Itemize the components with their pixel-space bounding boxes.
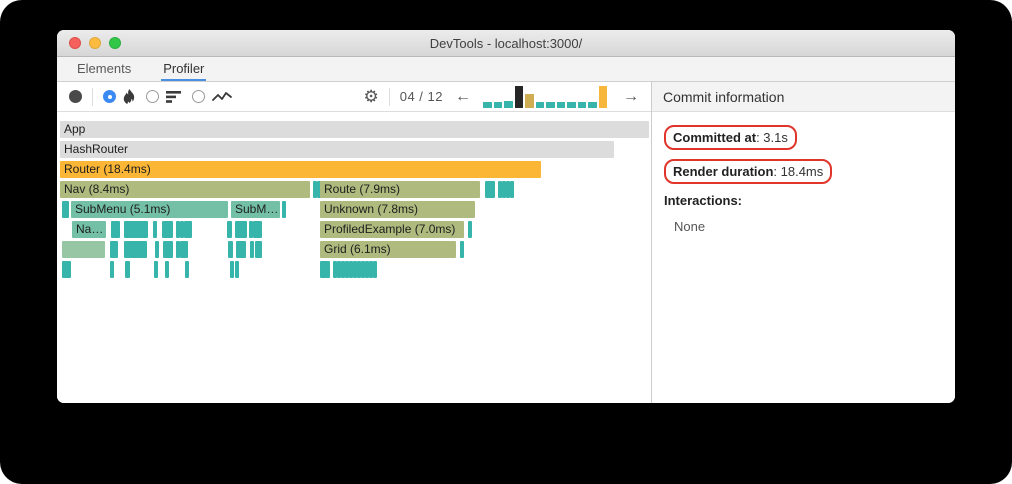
- commit-bar[interactable]: [514, 85, 523, 108]
- flame-bar-na[interactable]: Na…: [72, 221, 106, 238]
- flame-bar[interactable]: [510, 181, 514, 198]
- flame-bar[interactable]: [460, 241, 464, 258]
- flame-bar[interactable]: [373, 261, 377, 278]
- render-duration-label: Render duration: [673, 164, 774, 179]
- tab-profiler[interactable]: Profiler: [161, 57, 207, 81]
- commit-count: 04 / 12: [399, 89, 443, 104]
- render-duration-annotation: Render duration: 18.4ms: [664, 159, 833, 184]
- commit-bar[interactable]: [525, 93, 534, 108]
- flame-bar-nav[interactable]: Nav (8.4ms): [60, 181, 310, 198]
- previous-commit-arrow-icon[interactable]: ←: [453, 88, 473, 105]
- flame-bar-grid[interactable]: Grid (6.1ms): [320, 241, 456, 258]
- devtools-tab-bar: Elements Profiler: [57, 57, 955, 82]
- flame-bar[interactable]: [468, 221, 472, 238]
- commit-info-panel: Commit information Committed at: 3.1s Re…: [652, 82, 955, 403]
- flame-bar[interactable]: [110, 241, 118, 258]
- flame-bar-route[interactable]: Route (7.9ms): [320, 181, 480, 198]
- commit-info-body: Committed at: 3.1s Render duration: 18.4…: [652, 112, 955, 247]
- screenshot-backdrop: DevTools - localhost:3000/ Elements Prof…: [0, 0, 1012, 484]
- flamegraph-view-option[interactable]: [103, 89, 136, 104]
- flame-bar-app[interactable]: App: [60, 121, 649, 138]
- flame-bar[interactable]: [62, 261, 71, 278]
- toolbar-divider-2: [388, 87, 390, 106]
- commit-bar[interactable]: [483, 101, 492, 108]
- flame-bar[interactable]: [485, 181, 495, 198]
- flame-bar[interactable]: [162, 221, 173, 238]
- flame-bar[interactable]: [320, 261, 330, 278]
- tab-elements[interactable]: Elements: [75, 57, 133, 81]
- commit-bar[interactable]: [567, 101, 576, 108]
- flame-bar[interactable]: [125, 261, 130, 278]
- committed-at-label: Committed at: [673, 130, 757, 145]
- commit-bar[interactable]: [556, 101, 565, 108]
- commit-bar[interactable]: [588, 101, 597, 108]
- window-title: DevTools - localhost:3000/: [429, 35, 583, 51]
- flame-bar[interactable]: [250, 241, 254, 258]
- commit-bar[interactable]: [493, 101, 502, 108]
- profiler-toolbar: ⚙ 04 / 12 ← →: [57, 82, 651, 112]
- flame-bar[interactable]: [154, 261, 158, 278]
- flame-bar[interactable]: [228, 241, 233, 258]
- flame-bar[interactable]: [184, 221, 192, 238]
- profiler-main-panel: ⚙ 04 / 12 ← → App HashRouter Router (18.4m…: [57, 82, 652, 403]
- render-duration-value: : 18.4ms: [773, 164, 824, 179]
- flame-bar-hashrouter[interactable]: HashRouter: [60, 141, 614, 158]
- interactions-radio[interactable]: [192, 90, 205, 103]
- record-button[interactable]: [69, 90, 82, 103]
- flame-bar[interactable]: [180, 241, 188, 258]
- commit-selector-chart[interactable]: [483, 85, 611, 108]
- commit-bar[interactable]: [598, 85, 607, 108]
- commit-bar[interactable]: [535, 101, 544, 108]
- commit-bar[interactable]: [577, 101, 586, 108]
- flame-bar[interactable]: [230, 261, 234, 278]
- flamegraph-radio[interactable]: [103, 90, 116, 103]
- flame-bar[interactable]: [155, 241, 159, 258]
- committed-at-value: : 3.1s: [756, 130, 788, 145]
- gear-icon[interactable]: ⚙: [363, 88, 378, 105]
- flame-bar[interactable]: [110, 261, 114, 278]
- line-chart-icon[interactable]: [212, 91, 232, 103]
- devtools-window: DevTools - localhost:3000/ Elements Prof…: [57, 30, 955, 403]
- interactions-view-option[interactable]: [192, 90, 232, 103]
- flame-bar-router[interactable]: Router (18.4ms): [60, 161, 541, 178]
- interactions-value: None: [674, 219, 706, 234]
- ranked-chart-icon[interactable]: [166, 90, 182, 103]
- flame-bar-subm[interactable]: SubM…: [231, 201, 280, 218]
- title-bar: DevTools - localhost:3000/: [57, 30, 955, 57]
- flame-bar[interactable]: [165, 261, 169, 278]
- flame-bar[interactable]: [227, 221, 232, 238]
- flame-bar-profiledexample[interactable]: ProfiledExample (7.0ms): [320, 221, 464, 238]
- flame-bar[interactable]: [62, 201, 69, 218]
- flame-bar[interactable]: [236, 241, 246, 258]
- flame-bar[interactable]: [124, 221, 148, 238]
- ranked-radio[interactable]: [146, 90, 159, 103]
- commit-bar[interactable]: [546, 101, 555, 108]
- flame-bar[interactable]: [62, 241, 105, 258]
- flame-bar[interactable]: [163, 241, 173, 258]
- flamegraph-chart: App HashRouter Router (18.4ms) Nav (8.4ms) R…: [57, 112, 651, 403]
- content-area: ⚙ 04 / 12 ← → App HashRouter Router (18.4m…: [57, 82, 955, 403]
- toolbar-divider: [92, 87, 93, 106]
- flame-bar[interactable]: [111, 221, 120, 238]
- flame-bar-unknown[interactable]: Unknown (7.8ms): [320, 201, 475, 218]
- interactions-label: Interactions:: [664, 193, 743, 208]
- next-commit-arrow-icon[interactable]: →: [621, 88, 641, 105]
- flame-bar-submenu[interactable]: SubMenu (5.1ms): [71, 201, 228, 218]
- flame-bar[interactable]: [235, 261, 239, 278]
- flame-bar[interactable]: [282, 201, 286, 218]
- committed-at-annotation: Committed at: 3.1s: [664, 125, 797, 150]
- flame-icon[interactable]: [123, 89, 136, 104]
- commit-bar[interactable]: [504, 100, 513, 108]
- flame-bar[interactable]: [255, 241, 262, 258]
- flame-bar[interactable]: [253, 221, 262, 238]
- flame-bar[interactable]: [153, 221, 157, 238]
- flame-bar[interactable]: [124, 241, 147, 258]
- ranked-view-option[interactable]: [146, 90, 182, 103]
- flame-bar[interactable]: [235, 221, 247, 238]
- commit-info-header: Commit information: [652, 82, 955, 112]
- flame-bar[interactable]: [185, 261, 189, 278]
